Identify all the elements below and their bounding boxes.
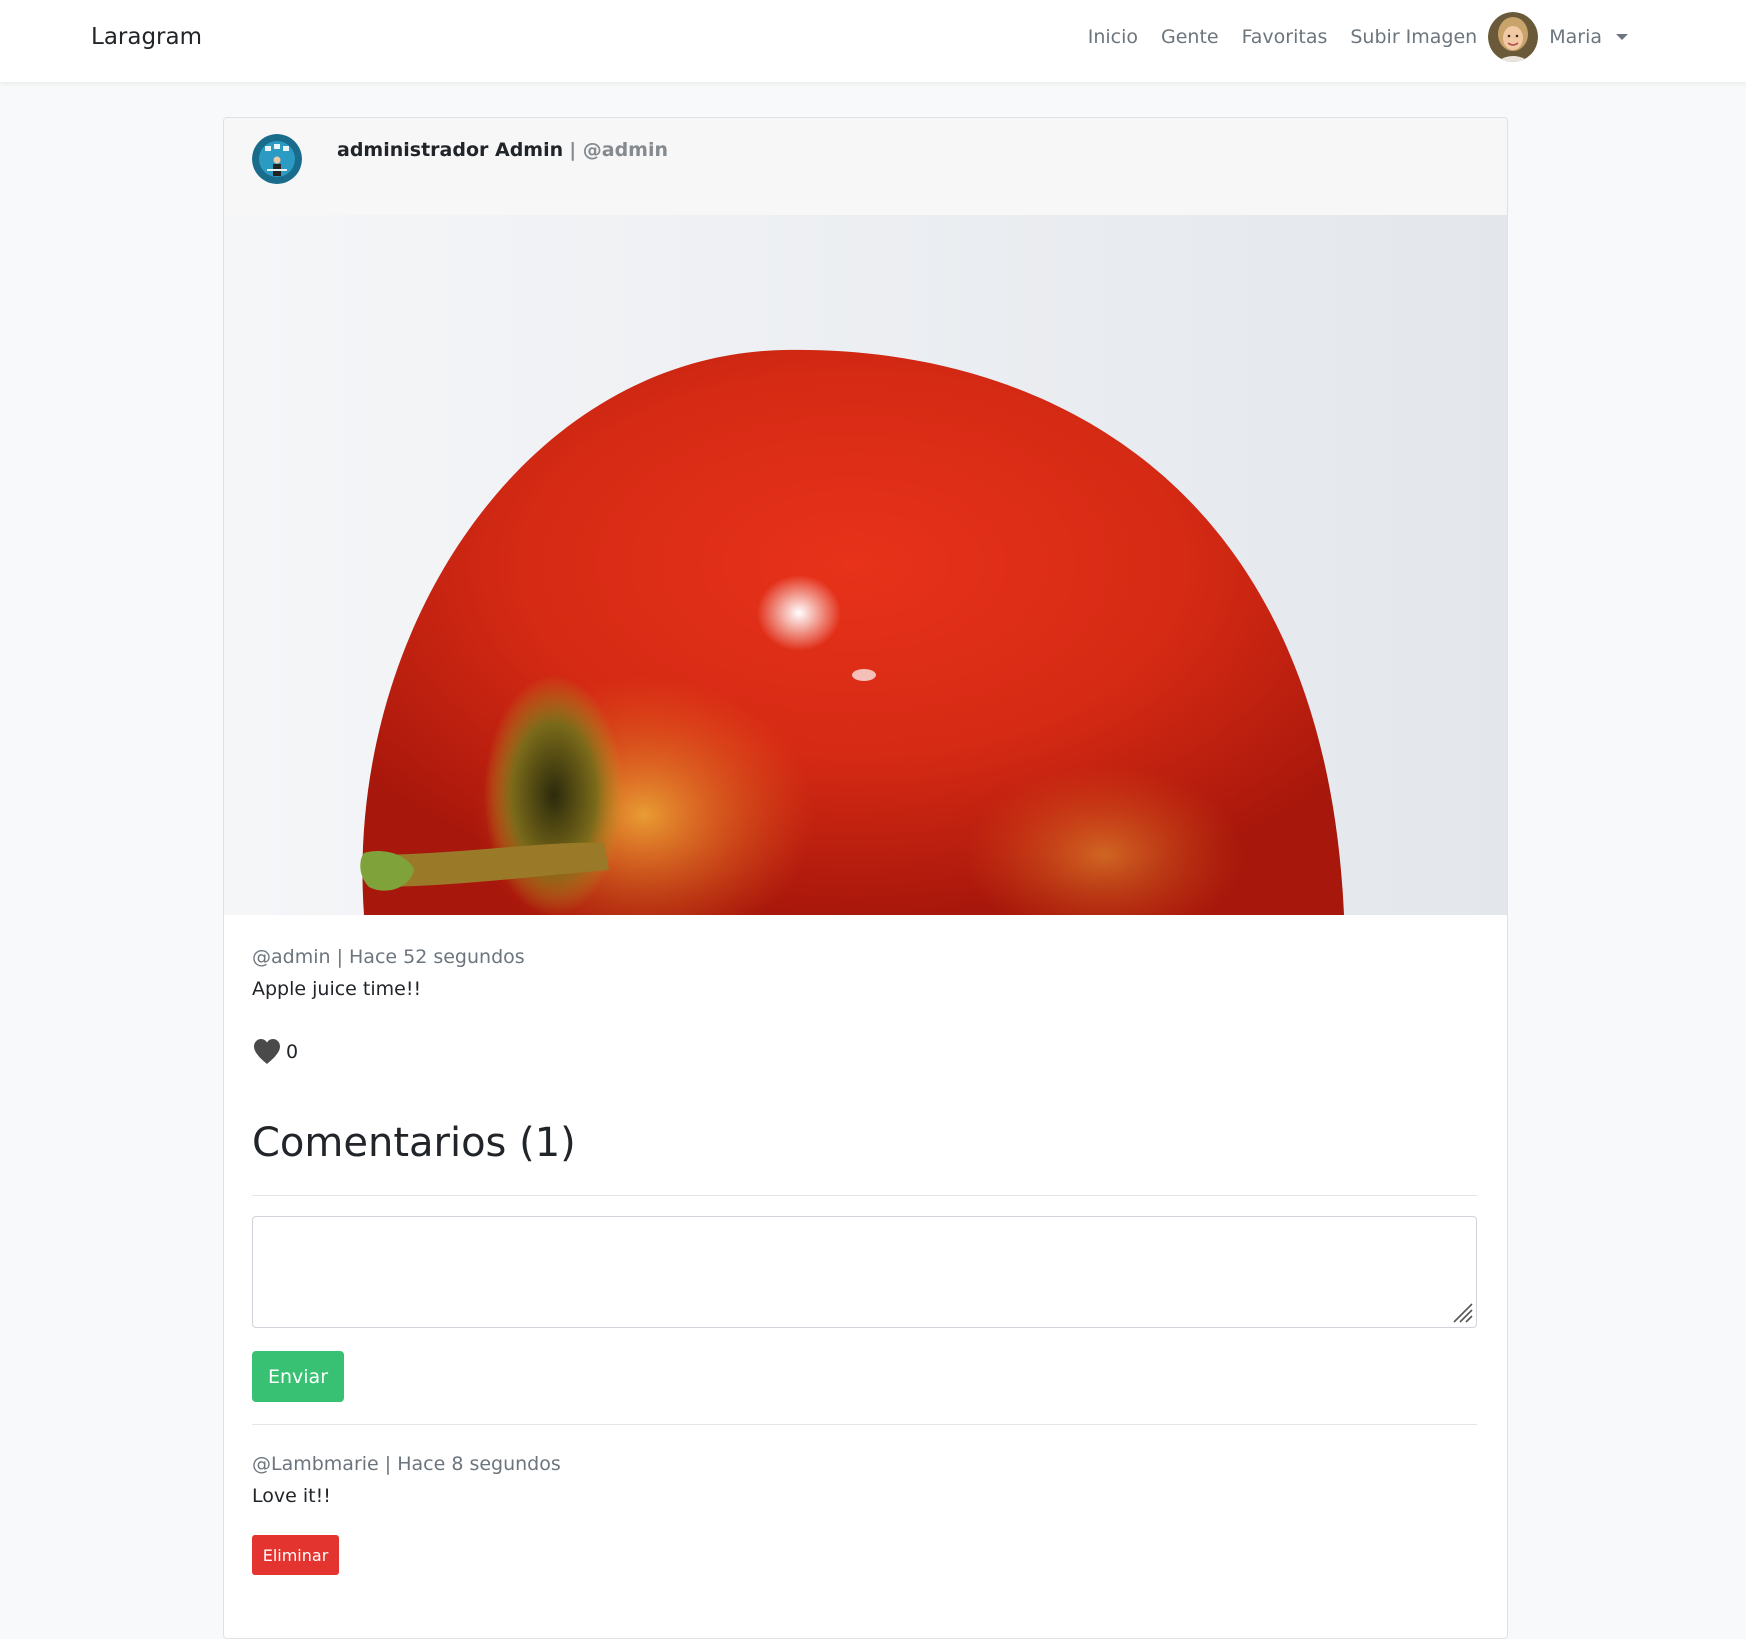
author-handle: | @admin (569, 139, 669, 161)
post-meta: @admin | Hace 52 segundos (252, 946, 525, 968)
delete-comment-button[interactable]: Eliminar (252, 1535, 339, 1575)
heart-icon[interactable] (252, 1037, 282, 1067)
post-card: administrador Admin | @admin @admin | Ha… (223, 117, 1508, 1639)
nav-link-subir-imagen[interactable]: Subir Imagen (1350, 26, 1477, 48)
chevron-down-icon (1616, 34, 1628, 40)
comment-meta: @Lambmarie | Hace 8 segundos (252, 1453, 561, 1475)
comment-input[interactable] (252, 1216, 1477, 1328)
nav-links: Inicio Gente Favoritas Subir Imagen Mari… (1065, 0, 1628, 74)
user-avatar[interactable] (1488, 12, 1539, 62)
comment-divider (252, 1424, 1477, 1425)
like-count: 0 (286, 1041, 299, 1063)
post-description: Apple juice time!! (252, 978, 422, 1000)
comments-divider (252, 1195, 1477, 1196)
nav-link-favoritas[interactable]: Favoritas (1242, 26, 1328, 48)
comments-title: Comentarios (1) (252, 1120, 576, 1166)
author-name[interactable]: administrador Admin (337, 139, 563, 161)
author-avatar[interactable] (252, 134, 302, 184)
like-row: 0 (252, 1037, 298, 1067)
user-menu-toggle[interactable]: Maria (1549, 26, 1628, 48)
comment-text: Love it!! (252, 1485, 331, 1507)
author-line: administrador Admin | @admin (337, 139, 668, 161)
send-comment-button[interactable]: Enviar (252, 1351, 344, 1402)
brand-logo[interactable]: Laragram (91, 24, 202, 50)
post-image (224, 215, 1507, 915)
post-header: administrador Admin | @admin (224, 118, 1507, 216)
top-navbar: Laragram Inicio Gente Favoritas Subir Im… (0, 0, 1746, 82)
resize-grip-icon[interactable] (1450, 1300, 1474, 1324)
nav-link-inicio[interactable]: Inicio (1088, 26, 1138, 48)
nav-link-gente[interactable]: Gente (1161, 26, 1219, 48)
user-name: Maria (1549, 26, 1602, 48)
